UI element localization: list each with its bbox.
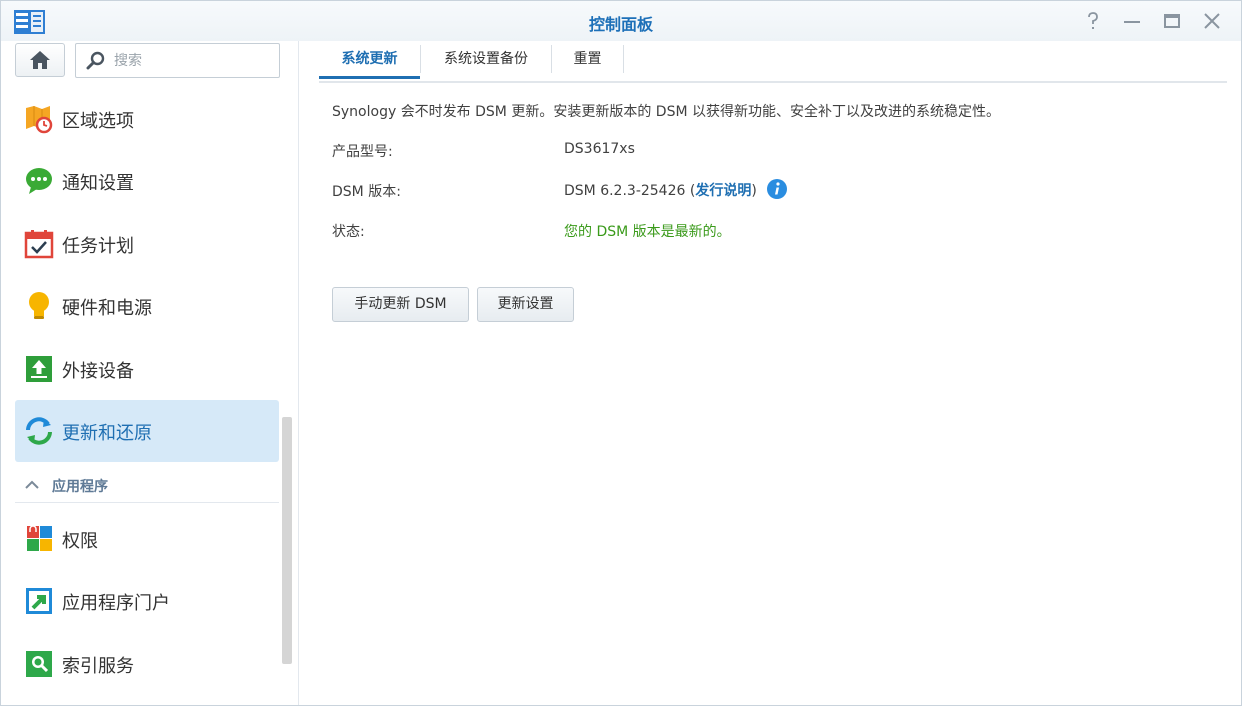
sidebar-item-notification[interactable]: 通知设置: [15, 150, 279, 212]
home-button[interactable]: [15, 43, 65, 77]
hardware-power-icon: [29, 292, 49, 319]
window-title: 控制面板: [588, 15, 653, 34]
main-panel: 系统更新 系统设置备份 重置 Synology 会不时发布 DSM 更新。安装更…: [299, 41, 1241, 705]
sidebar-item-label: 应用程序门户: [62, 593, 170, 614]
sidebar-item-label: 硬件和电源: [62, 298, 152, 319]
sidebar-item-label: 权限: [62, 531, 98, 552]
sidebar-scrollbar[interactable]: [282, 417, 292, 664]
paren-open: (: [685, 183, 696, 199]
tab-config-backup[interactable]: 系统设置备份: [421, 41, 551, 79]
search-input[interactable]: [112, 50, 276, 72]
title-bar: 控制面板: [1, 1, 1241, 41]
sidebar-item-indexing-service[interactable]: 索引服务: [15, 633, 279, 695]
application-portal-icon: [26, 588, 52, 614]
sidebar-item-task-scheduler[interactable]: 任务计划: [15, 213, 279, 275]
release-notes-link[interactable]: 发行说明: [695, 183, 751, 199]
sidebar-item-label: 更新和还原: [62, 423, 152, 444]
sidebar-item-label: 外接设备: [62, 361, 134, 382]
task-scheduler-icon: [24, 230, 54, 259]
sidebar-item-regional-options[interactable]: 区域选项: [15, 88, 279, 150]
sidebar: 区域选项 通知设置 任务计划 硬件: [1, 41, 299, 705]
chevron-up-icon: [25, 480, 39, 489]
sidebar-item-update-restore[interactable]: 更新和还原: [15, 400, 279, 462]
paren-close: ): [751, 183, 757, 199]
dsm-version-value-row: DSM 6.2.3-25426 (发行说明): [564, 179, 788, 200]
maximize-icon[interactable]: [1162, 11, 1182, 31]
tab-divider: [623, 45, 624, 73]
sidebar-item-application-portal[interactable]: 应用程序门户: [15, 570, 279, 632]
minimize-icon[interactable]: [1122, 11, 1142, 31]
status-label: 状态:: [332, 224, 365, 240]
search-icon: [86, 51, 105, 70]
product-model-label: 产品型号:: [332, 144, 393, 160]
sidebar-item-label: 区域选项: [62, 111, 134, 132]
privileges-icon: [27, 525, 52, 551]
sidebar-item-external-devices[interactable]: 外接设备: [15, 338, 279, 400]
regional-options-icon: [26, 106, 53, 134]
manual-update-dsm-button[interactable]: 手动更新 DSM: [332, 287, 469, 322]
close-icon[interactable]: [1202, 11, 1222, 31]
tab-bar: 系统更新 系统设置备份 重置: [319, 41, 1227, 83]
home-icon: [30, 51, 50, 69]
help-icon[interactable]: [1083, 11, 1103, 31]
info-icon[interactable]: [767, 179, 788, 199]
notification-icon: [26, 168, 52, 194]
sidebar-item-label: 任务计划: [62, 236, 134, 257]
tab-system-update[interactable]: 系统更新: [319, 41, 420, 79]
tab-reset[interactable]: 重置: [552, 41, 623, 79]
status-value: 您的 DSM 版本是最新的。: [564, 224, 731, 240]
update-description: Synology 会不时发布 DSM 更新。安装更新版本的 DSM 以获得新功能…: [332, 104, 1000, 120]
section-label: 应用程序: [52, 479, 108, 495]
control-panel-window: 控制面板 搜索 区域选项 通知设置 任务计划 硬件和电源 外接设备 更新和还原 …: [0, 0, 1242, 706]
section-applications[interactable]: 应用程序: [15, 472, 279, 503]
update-settings-button[interactable]: 更新设置: [477, 287, 574, 322]
sidebar-item-privileges[interactable]: 权限: [15, 508, 279, 570]
product-model-value: DS3617xs: [564, 141, 635, 157]
dsm-version-value: DSM 6.2.3-25426: [564, 183, 686, 199]
dsm-version-label: DSM 版本:: [332, 184, 401, 200]
sidebar-item-label: 索引服务: [62, 656, 134, 677]
indexing-service-icon: [26, 651, 52, 677]
sidebar-item-hardware-power[interactable]: 硬件和电源: [15, 275, 279, 337]
sidebar-item-label: 通知设置: [62, 173, 134, 194]
search-box[interactable]: [75, 43, 280, 78]
update-restore-icon: [26, 417, 52, 445]
external-devices-icon: [26, 356, 52, 382]
